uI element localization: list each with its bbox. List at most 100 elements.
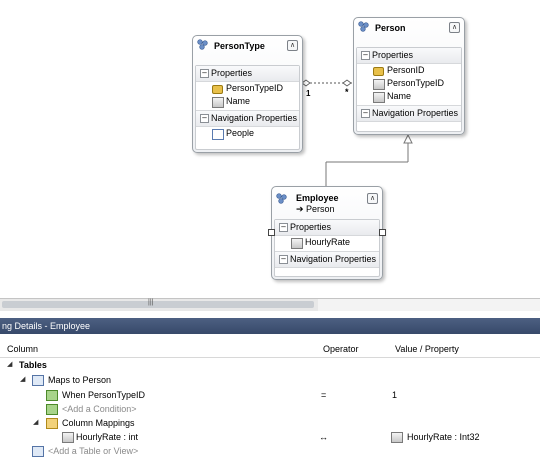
property-row[interactable]: Name <box>196 95 299 108</box>
collapse-toggle-icon[interactable]: – <box>361 109 370 118</box>
section-title: Navigation Properties <box>290 254 377 264</box>
collapse-toggle-icon[interactable]: – <box>200 114 209 123</box>
navigation-property-row[interactable]: People <box>196 127 299 140</box>
entity-body: – Properties HourlyRate – Navigation Pro… <box>274 219 380 277</box>
mapping-operator: ↔ <box>319 432 328 442</box>
properties-section[interactable]: – Properties <box>196 66 299 82</box>
expand-arrow-icon[interactable]: ◢ <box>7 360 12 368</box>
condition-icon <box>46 404 58 415</box>
property-name: People <box>226 128 255 138</box>
properties-section[interactable]: – Properties <box>275 220 379 236</box>
panel-title: ng Details - Employee <box>2 321 91 331</box>
horizontal-scrollbar[interactable]: ||| <box>0 298 318 311</box>
folder-icon <box>46 418 58 429</box>
section-title: Navigation Properties <box>211 113 298 123</box>
navigation-section[interactable]: – Navigation Properties <box>275 251 379 268</box>
collapse-toggle-icon[interactable]: – <box>200 69 209 78</box>
tree-row-mapping[interactable]: HourlyRate : int ↔ HourlyRate : Int32 <box>0 430 540 444</box>
entity-icon <box>276 193 287 204</box>
section-title: Properties <box>211 68 253 78</box>
selection-handle[interactable] <box>268 229 275 236</box>
entity-person[interactable]: Person ∧ – Properties PersonID PersonTyp… <box>353 17 465 135</box>
entity-name: PersonType <box>214 41 265 51</box>
scrollbar-filler <box>318 298 540 311</box>
section-title: Properties <box>372 50 414 60</box>
column-header-row: Column Operator Value / Property <box>0 341 540 358</box>
navigation-section[interactable]: – Navigation Properties <box>196 110 299 127</box>
base-type-label: ➔ Person <box>296 204 335 214</box>
panel-title-bar[interactable]: ng Details - Employee <box>0 318 540 334</box>
properties-section[interactable]: – Properties <box>357 48 461 64</box>
column-mappings-label: Column Mappings <box>62 418 135 428</box>
expand-arrow-icon[interactable]: ◢ <box>20 375 25 383</box>
collapse-icon[interactable]: ∧ <box>287 40 298 51</box>
selection-handle[interactable] <box>379 229 386 236</box>
maps-to-label: Maps to Person <box>48 375 112 385</box>
entity-icon <box>358 21 369 32</box>
property-icon <box>373 79 385 90</box>
entity-body: – Properties PersonID PersonTypeID Name … <box>356 47 462 132</box>
property-name: Name <box>387 91 412 101</box>
section-title: Navigation Properties <box>372 108 459 118</box>
property-row[interactable]: HourlyRate <box>275 236 379 249</box>
property-name: Name <box>226 96 251 106</box>
property-name: PersonID <box>387 65 425 75</box>
property-row[interactable]: PersonID <box>357 64 461 77</box>
navigation-section[interactable]: – Navigation Properties <box>357 105 461 122</box>
collapse-icon[interactable]: ∧ <box>367 193 378 204</box>
condition-value[interactable]: 1 <box>392 390 397 400</box>
entity-header[interactable]: Person ∧ <box>354 18 464 36</box>
column-header-value[interactable]: Value / Property <box>395 344 459 354</box>
key-icon <box>212 85 223 94</box>
key-icon <box>373 67 384 76</box>
entity-name: Employee <box>296 193 339 203</box>
property-row[interactable]: Name <box>357 90 461 103</box>
mapping-column: HourlyRate : int <box>76 432 139 442</box>
association-end-right <box>342 79 352 87</box>
tree-row-add-condition[interactable]: <Add a Condition> <box>0 402 540 416</box>
column-header-column[interactable]: Column <box>7 344 38 354</box>
tree-row-maps-to[interactable]: ◢ Maps to Person <box>0 373 540 387</box>
entity-employee[interactable]: Employee ➔ Person ∧ – Properties HourlyR… <box>268 186 386 280</box>
section-title: Properties <box>290 222 332 232</box>
scrollbar-grip: ||| <box>148 299 154 306</box>
entity-persontype[interactable]: PersonType ∧ – Properties PersonTypeID N… <box>192 35 303 153</box>
condition-icon <box>46 390 58 401</box>
association-end-left <box>301 79 311 87</box>
property-name: PersonTypeID <box>226 83 284 93</box>
designer-canvas[interactable]: 1 * PersonType ∧ – Properties PersonType… <box>0 0 540 300</box>
multiplicity-one: 1 <box>306 89 311 98</box>
property-row[interactable]: PersonTypeID <box>357 77 461 90</box>
add-table-link[interactable]: <Add a Table or View> <box>48 446 138 456</box>
collapse-toggle-icon[interactable]: – <box>279 255 288 264</box>
table-icon <box>32 446 44 457</box>
tree-row-condition[interactable]: When PersonTypeID = 1 <box>0 388 540 402</box>
mapping-details-panel: ng Details - Employee Column Operator Va… <box>0 318 540 475</box>
condition-operator[interactable]: = <box>321 390 326 400</box>
scrollbar-thumb[interactable] <box>2 301 314 308</box>
entity-body: – Properties PersonTypeID Name – Navigat… <box>195 65 300 150</box>
tree-row-tables[interactable]: ◢ Tables <box>0 358 540 372</box>
property-icon <box>291 238 303 249</box>
property-row[interactable]: PersonTypeID <box>196 82 299 95</box>
property-icon <box>373 92 385 103</box>
expand-arrow-icon[interactable]: ◢ <box>33 418 38 426</box>
tree-row-add-table[interactable]: <Add a Table or View> <box>0 444 540 458</box>
condition-label: When PersonTypeID <box>62 390 146 400</box>
entity-header[interactable]: Employee ➔ Person ∧ <box>272 187 382 215</box>
column-icon <box>62 432 74 443</box>
collapse-icon[interactable]: ∧ <box>449 22 460 33</box>
mapping-value[interactable]: HourlyRate : Int32 <box>407 432 480 442</box>
navigation-property-icon <box>212 129 224 140</box>
property-icon <box>391 432 403 443</box>
entity-icon <box>197 39 208 50</box>
property-icon <box>212 97 224 108</box>
collapse-toggle-icon[interactable]: – <box>361 51 370 60</box>
tree-row-column-mappings[interactable]: ◢ Column Mappings <box>0 416 540 430</box>
collapse-toggle-icon[interactable]: – <box>279 223 288 232</box>
entity-header[interactable]: PersonType ∧ <box>193 36 302 54</box>
table-icon <box>32 375 44 386</box>
add-condition-link[interactable]: <Add a Condition> <box>62 404 137 414</box>
multiplicity-many: * <box>345 87 349 97</box>
column-header-operator[interactable]: Operator <box>323 344 359 354</box>
